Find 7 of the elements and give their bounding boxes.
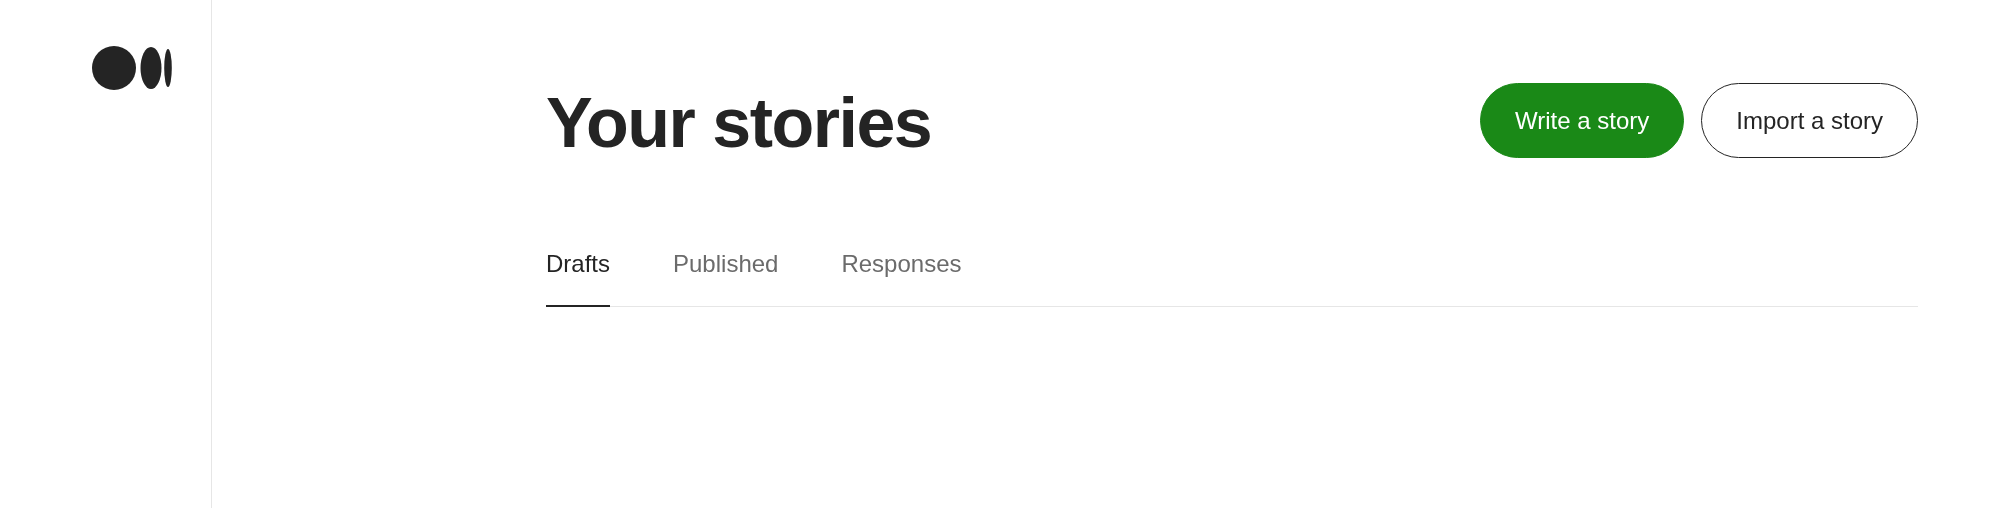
tab[interactable]: Responses <box>841 250 962 307</box>
logo-icon[interactable] <box>92 45 172 91</box>
import-button[interactable]: Import a story <box>1701 83 1918 158</box>
tab[interactable]: Published <box>673 250 779 307</box>
write-button[interactable]: Write a story <box>1480 83 1685 158</box>
page-title: Your stories <box>546 83 932 163</box>
tab[interactable]: Drafts <box>546 250 610 307</box>
